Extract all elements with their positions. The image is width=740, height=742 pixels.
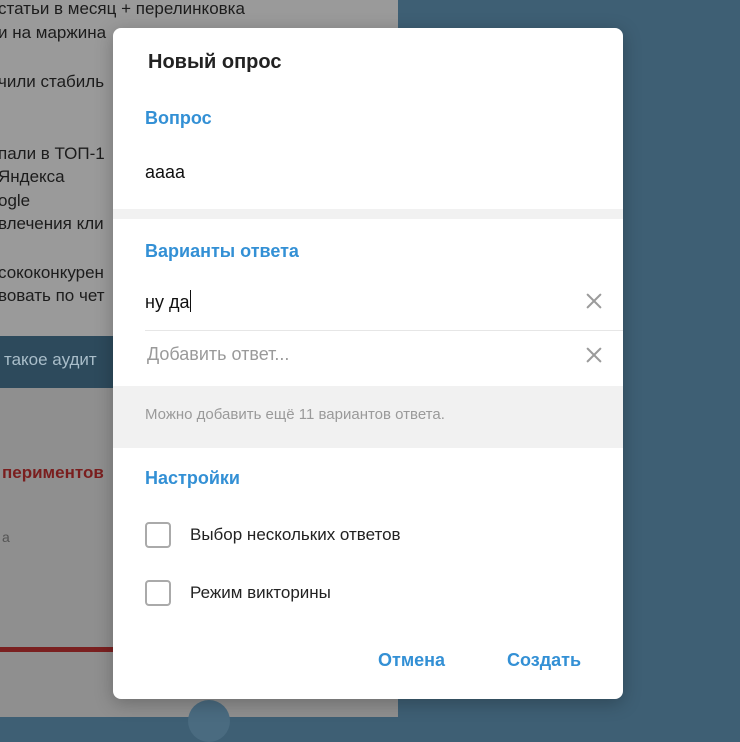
options-hint-band: Можно добавить ещё 11 вариантов ответа. bbox=[113, 386, 623, 448]
quiz-mode-label: Режим викторины bbox=[190, 583, 331, 602]
add-option-row[interactable]: Добавить ответ... bbox=[145, 334, 623, 384]
settings-section-label: Настройки bbox=[145, 468, 240, 488]
background-line: ogle bbox=[0, 191, 31, 210]
options-hint-text: Можно добавить ещё 11 вариантов ответа. bbox=[145, 406, 445, 423]
background-bar-text: такое аудит bbox=[4, 350, 97, 369]
background-line: статьи в месяц + перелинковка bbox=[0, 0, 245, 18]
new-poll-dialog: Новый опрос Вопрос аааа Варианты ответа … bbox=[113, 28, 623, 699]
options-section-label: Варианты ответа bbox=[145, 241, 299, 261]
quiz-mode-checkbox[interactable] bbox=[145, 580, 171, 606]
section-divider bbox=[113, 209, 623, 219]
background-line: пали в ТОП-1 bbox=[0, 144, 105, 163]
option-value-text: ну да bbox=[145, 292, 190, 312]
question-section-label: Вопрос bbox=[145, 108, 212, 128]
quiz-mode-setting[interactable]: Режим викторины bbox=[145, 580, 585, 612]
background-line: влечения кли bbox=[0, 214, 104, 233]
multiple-answers-checkbox[interactable] bbox=[145, 522, 171, 548]
remove-option-icon[interactable] bbox=[585, 346, 603, 364]
multiple-answers-setting[interactable]: Выбор нескольких ответов bbox=[145, 522, 585, 554]
add-option-input[interactable]: Добавить ответ... bbox=[147, 344, 289, 365]
background-line: чили стабиль bbox=[0, 72, 105, 91]
background-small-text: а bbox=[2, 529, 10, 545]
remove-option-icon[interactable] bbox=[585, 292, 603, 310]
background-line: и на маржина bbox=[0, 23, 107, 42]
background-line: сококонкурен bbox=[0, 263, 104, 282]
create-button[interactable]: Создать bbox=[507, 650, 581, 671]
background-line: Яндекса bbox=[0, 167, 65, 186]
background-line: вовать по чет bbox=[0, 286, 105, 305]
question-input[interactable]: аааа bbox=[145, 162, 185, 183]
background-red-text: периментов bbox=[2, 463, 104, 482]
background-scroll-button bbox=[188, 700, 230, 742]
multiple-answers-label: Выбор нескольких ответов bbox=[190, 525, 401, 544]
cancel-button[interactable]: Отмена bbox=[378, 650, 445, 671]
option-input[interactable]: ну да bbox=[145, 290, 192, 313]
option-row[interactable]: ну да bbox=[145, 280, 623, 331]
dialog-title: Новый опрос bbox=[148, 51, 282, 73]
text-caret bbox=[190, 290, 192, 312]
